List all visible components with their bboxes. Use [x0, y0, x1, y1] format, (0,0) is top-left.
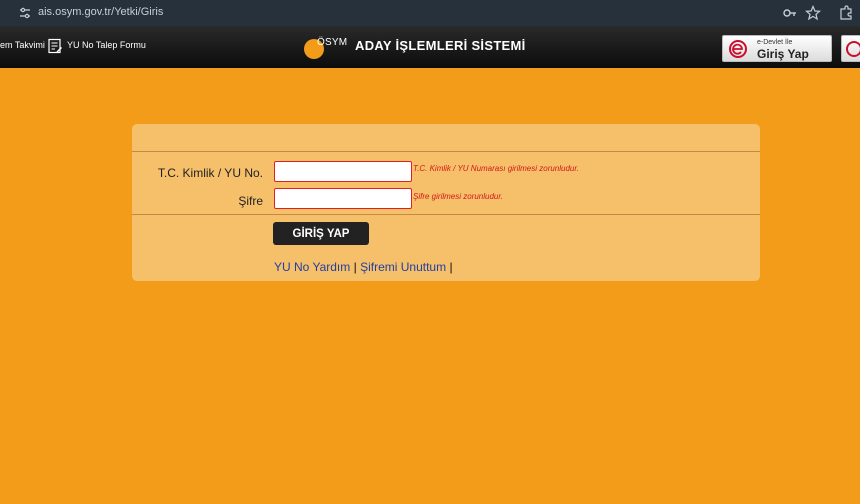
link-separator: | [353, 260, 357, 274]
url-text[interactable]: ais.osym.gov.tr/Yetki/Giris [38, 6, 163, 18]
edevlet-login-button[interactable]: e-Devlet İle Giriş Yap [722, 35, 832, 62]
id-error-message: T.C. Kimlik / YU Numarası girilmesi zoru… [413, 164, 579, 173]
browser-address-bar: ais.osym.gov.tr/Yetki/Giris [0, 0, 860, 26]
nav-item-yu-no-request-form[interactable]: YU No Talep Formu [67, 40, 146, 50]
login-button[interactable]: GİRİŞ YAP [273, 222, 369, 245]
edevlet-logo-icon [846, 41, 860, 57]
page-title: ADAY İŞLEMLERİ SİSTEMİ [355, 38, 526, 53]
id-label: T.C. Kimlik / YU No. [157, 166, 263, 180]
edevlet-small-text: e-Devlet İle [757, 39, 793, 46]
divider [132, 151, 760, 152]
password-key-icon[interactable] [782, 5, 798, 21]
link-separator: | [449, 260, 453, 274]
login-panel: T.C. Kimlik / YU No. T.C. Kimlik / YU Nu… [132, 124, 760, 281]
form-icon[interactable] [47, 38, 63, 54]
osym-logo-text: ÖSYM [317, 37, 348, 48]
bookmark-star-icon[interactable] [805, 5, 821, 21]
site-settings-icon[interactable] [18, 6, 32, 20]
password-error-message: Şifre girilmesi zorunludur. [413, 192, 503, 201]
id-input[interactable] [274, 161, 412, 182]
forgot-password-link[interactable]: Şifremi Unuttum [360, 260, 446, 274]
password-input[interactable] [274, 188, 412, 209]
help-links: YU No Yardım | Şifremi Unuttum | [274, 260, 453, 274]
nav-item-calendar[interactable]: em Takvimi [0, 40, 45, 50]
app-header: em Takvimi YU No Talep Formu ÖSYM ADAY İ… [0, 26, 860, 68]
osym-logo: ÖSYM [303, 34, 349, 60]
edevlet-logo-icon [729, 40, 747, 58]
edevlet-secondary-button[interactable] [841, 35, 860, 62]
extensions-icon[interactable] [838, 5, 854, 21]
yu-no-help-link[interactable]: YU No Yardım [274, 260, 350, 274]
divider [132, 214, 760, 215]
password-label: Şifre [238, 194, 263, 208]
edevlet-big-text: Giriş Yap [757, 47, 809, 61]
